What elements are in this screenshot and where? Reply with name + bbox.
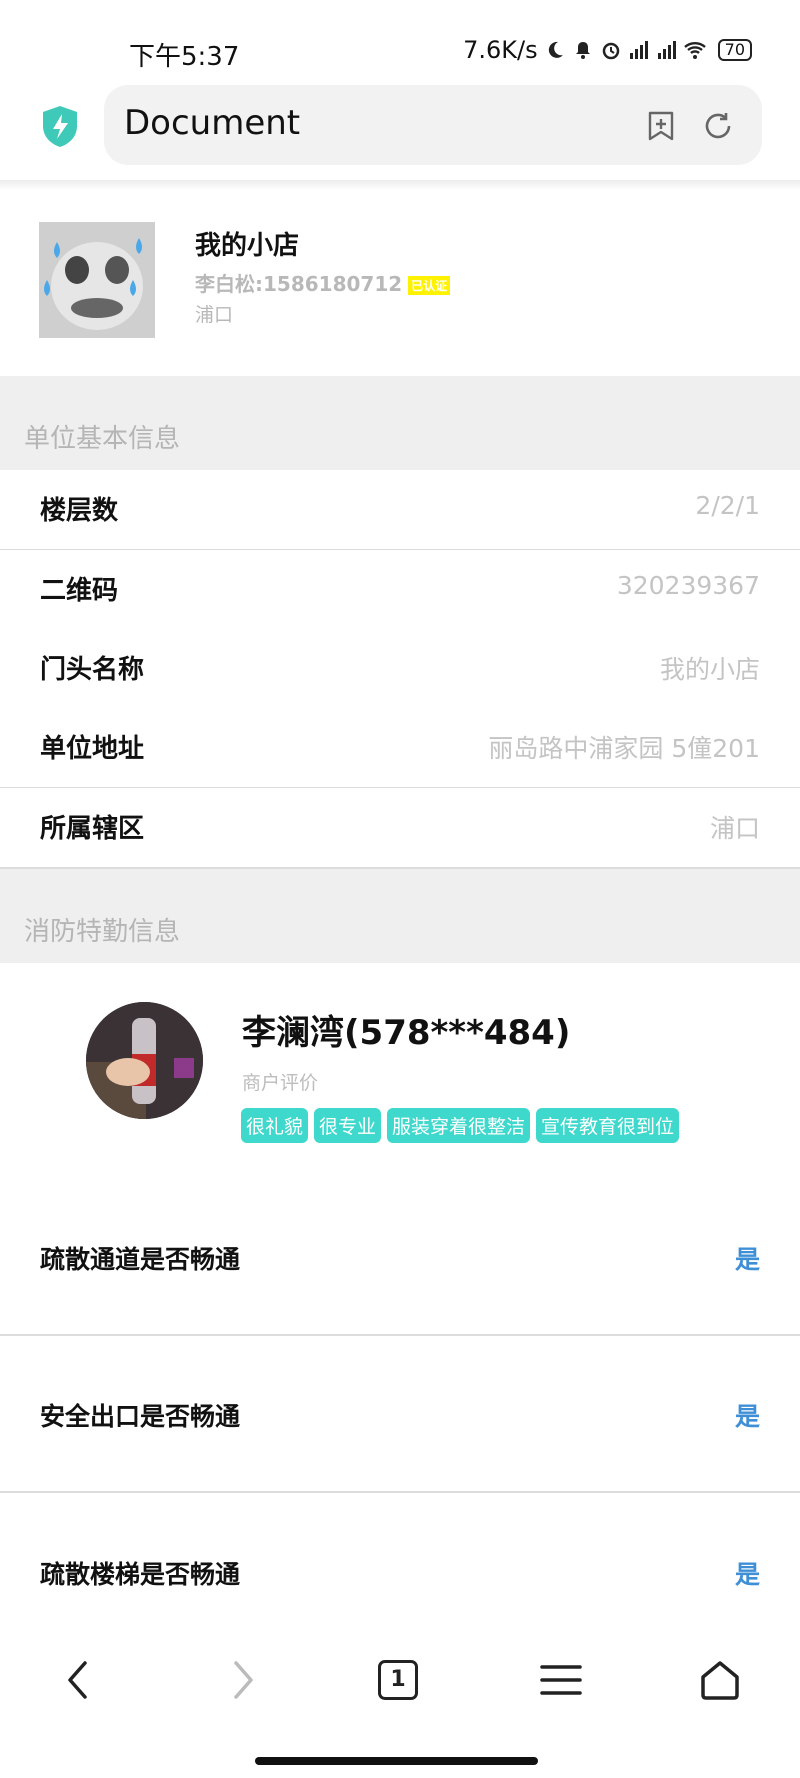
rating-tag: 很专业 [314,1108,382,1143]
net-speed: 7.6K/s [463,36,538,64]
shield-bolt-icon[interactable] [40,104,80,148]
shop-owner: 李白松:1586180712 已认证 [195,268,451,297]
owner-text: 李白松:1586180712 [195,272,403,296]
shop-area: 浦口 [195,304,234,326]
row-label: 二维码 [40,576,119,606]
forward-icon[interactable] [216,1655,266,1705]
row-value: 丽岛路中浦家园 5僮201 [488,734,760,763]
shop-avatar [39,222,155,338]
check-value-exit[interactable]: 是 [735,1397,760,1433]
section-fire-title: 消防特勤信息 [24,917,181,947]
shop-name: 我的小店 [195,231,300,261]
divider [0,1334,800,1336]
status-icons: 7.6K/s 70 [463,36,752,64]
row-label: 楼层数 [40,496,119,526]
rating-tags: 很礼貌 很专业 服装穿着很整洁 宣传教育很到位 [241,1108,680,1143]
verified-badge: 已认证 [408,276,451,295]
moon-icon [548,41,563,58]
rating-tag: 服装穿着很整洁 [387,1108,531,1143]
info-row-floors[interactable] [0,470,800,551]
row-label: 所属辖区 [40,814,145,844]
row-label: 单位地址 [40,734,145,764]
row-value: 浦口 [709,814,760,843]
avatar-photo [86,1002,203,1119]
status-time: 下午5:37 [129,42,240,72]
check-label-evac-route: 疏散通道是否畅通 [40,1245,241,1274]
rating-tag: 很礼貌 [241,1108,309,1143]
battery-icon: 70 [717,39,752,61]
signal-icon [657,41,676,59]
check-label-exit: 安全出口是否畅通 [40,1402,241,1431]
check-value-stairs[interactable]: 是 [735,1555,760,1591]
menu-icon[interactable] [536,1655,586,1705]
wifi-icon [683,42,706,59]
check-value-evac-route[interactable]: 是 [735,1240,760,1276]
bookmark-add-icon[interactable] [645,110,677,142]
inspector-name: 李澜湾(578***484) [242,1013,571,1053]
rating-tag: 宣传教育很到位 [536,1108,680,1143]
toolbar-shadow [0,180,800,190]
divider [0,1491,800,1493]
row-value: 2/2/1 [695,491,760,520]
home-icon[interactable] [695,1655,745,1705]
back-icon[interactable] [55,1655,105,1705]
bell-mute-icon [575,42,590,59]
tabs-icon[interactable]: 1 [378,1660,418,1700]
check-label-stairs: 疏散楼梯是否畅通 [40,1560,241,1589]
meme-face-image [39,222,155,338]
signal-icon [629,41,648,59]
page-title[interactable]: Document [124,103,300,143]
reload-icon[interactable] [702,110,734,142]
gesture-home-bar[interactable] [255,1757,538,1765]
alarm-icon [602,42,619,60]
row-value: 我的小店 [659,655,760,684]
inspector-avatar [86,1002,203,1119]
section-basic-title: 单位基本信息 [24,424,181,454]
row-value: 320239367 [616,571,760,600]
merchant-rating-label: 商户评价 [242,1072,319,1094]
row-label: 门头名称 [40,655,145,685]
